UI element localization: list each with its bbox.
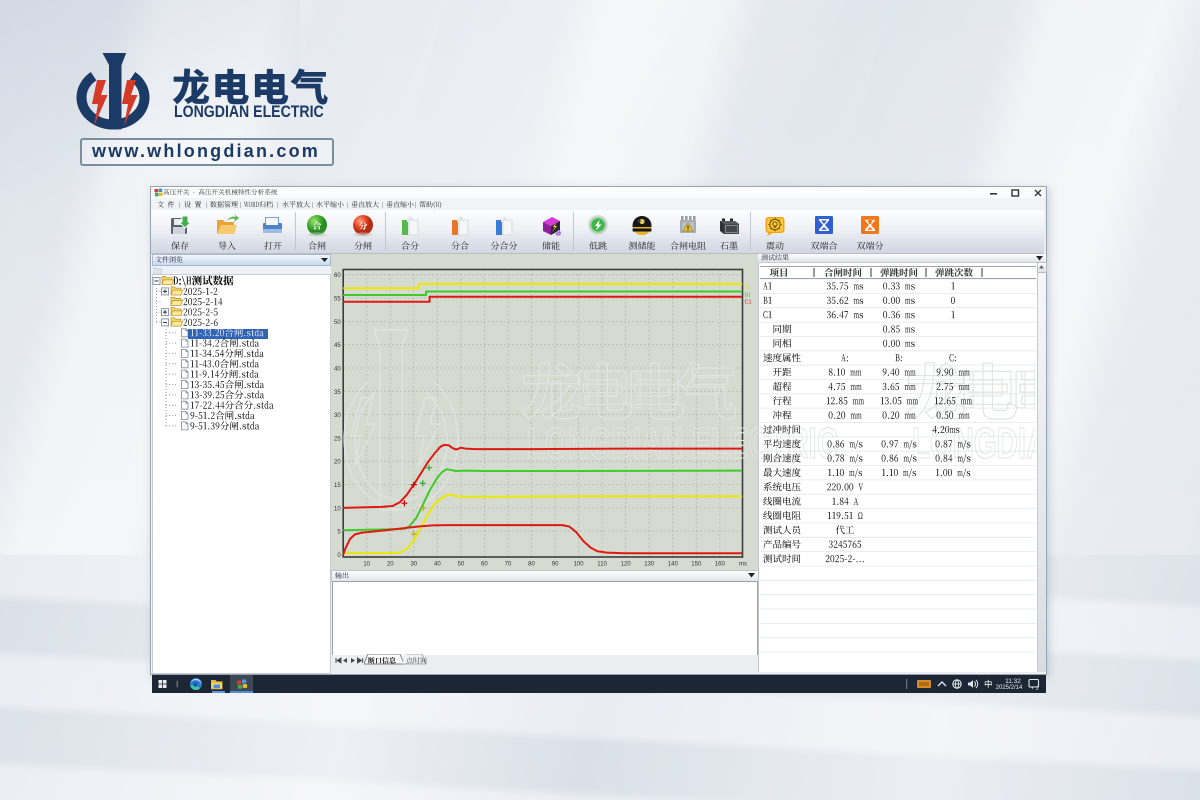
- svg-text:LONGDIAN ELECTRIC: LONGDIAN ELECTRIC: [912, 419, 1035, 468]
- svg-text:2: 2: [1036, 686, 1039, 692]
- svg-text:LONGDIAN ELECTRIC: LONGDIAN ELECTRIC: [758, 419, 838, 468]
